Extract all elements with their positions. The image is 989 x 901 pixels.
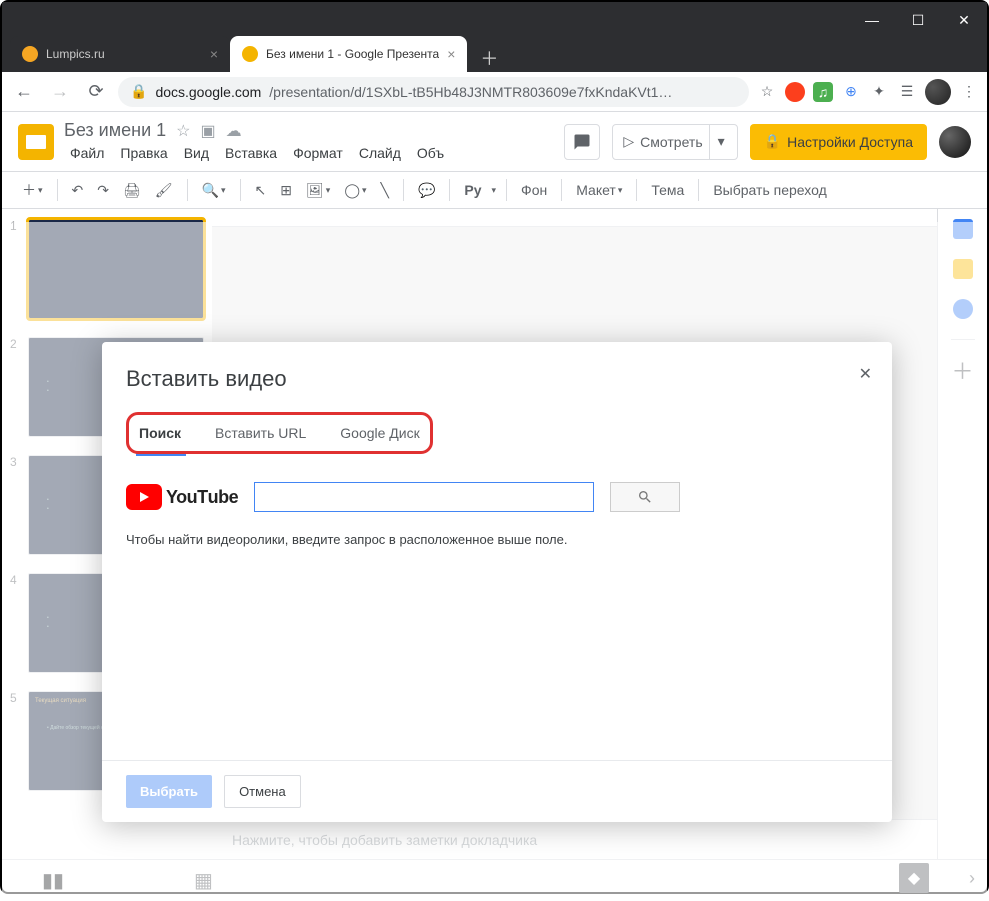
ext-globe-icon[interactable]: ⊕: [841, 82, 861, 102]
toolbar: ＋▾ ↶ ↷ 🖨 🖌 🔍▾ ↖ ⊞ 🖼▾ ◯▾ ╲ 💬 Py▾ Фон Маке…: [2, 171, 987, 209]
close-window-button[interactable]: ✕: [941, 2, 987, 38]
close-dialog-button[interactable]: ✕: [859, 364, 872, 384]
browser-tab-1[interactable]: Lumpics.ru ×: [10, 36, 230, 72]
youtube-icon: [126, 484, 162, 510]
tab-title: Без имени 1 - Google Презента: [266, 47, 439, 61]
video-search-input[interactable]: [254, 482, 594, 512]
dialog-footer: Выбрать Отмена: [102, 760, 892, 822]
ext-yandex-icon[interactable]: [785, 82, 805, 102]
background-button[interactable]: Фон: [517, 178, 551, 202]
menu-view[interactable]: Вид: [178, 143, 215, 163]
image-button[interactable]: 🖼▾: [302, 178, 334, 203]
menu-slide[interactable]: Слайд: [353, 143, 407, 163]
document-title[interactable]: Без имени 1: [64, 120, 166, 141]
layout-button[interactable]: Макет▾: [572, 178, 626, 202]
present-icon: ▷: [623, 133, 634, 150]
tab-insert-url[interactable]: Вставить URL: [215, 419, 306, 447]
present-label: Смотреть: [640, 134, 702, 150]
star-icon[interactable]: ☆: [176, 121, 190, 141]
theme-button[interactable]: Тема: [647, 178, 688, 202]
favicon: [242, 46, 258, 62]
slides-app: Без имени 1 ☆ ▣ ☁ Файл Правка Вид Вставк…: [2, 112, 987, 901]
print-button[interactable]: 🖨: [119, 178, 145, 203]
favicon: [22, 46, 38, 62]
reading-list-icon[interactable]: ☰: [897, 82, 917, 102]
url-host: docs.google.com: [155, 84, 261, 100]
close-icon[interactable]: ×: [447, 46, 455, 62]
browser-tab-2[interactable]: Без имени 1 - Google Презента ×: [230, 36, 467, 72]
menu-edit[interactable]: Правка: [114, 143, 173, 163]
search-hint: Чтобы найти видеоролики, введите запрос …: [126, 532, 868, 547]
select-button[interactable]: Выбрать: [126, 775, 212, 808]
move-icon[interactable]: ▣: [200, 121, 215, 141]
tab-google-drive[interactable]: Google Диск: [340, 419, 419, 447]
ext-music-icon[interactable]: ♫: [813, 82, 833, 102]
redo-button[interactable]: ↷: [93, 178, 113, 203]
insert-video-dialog: Вставить видео ✕ Поиск Вставить URL Goog…: [102, 342, 892, 822]
window-controls: — ☐ ✕: [849, 2, 987, 38]
dialog-tabs-highlight: Поиск Вставить URL Google Диск: [126, 412, 433, 454]
url-field[interactable]: 🔒 docs.google.com/presentation/d/1SXbL-t…: [118, 77, 749, 107]
share-button[interactable]: 🔒 Настройки Доступа: [750, 124, 927, 160]
transition-button[interactable]: Выбрать переход: [709, 178, 830, 202]
textbox-button[interactable]: ⊞: [276, 178, 296, 203]
tab-search[interactable]: Поиск: [139, 419, 181, 447]
new-slide-button[interactable]: ＋▾: [18, 176, 47, 204]
search-icon: [637, 489, 653, 505]
lock-icon: 🔒: [764, 133, 781, 150]
new-tab-button[interactable]: ＋: [475, 44, 503, 72]
menu-more[interactable]: Объ: [411, 143, 450, 163]
browser-titlebar: Lumpics.ru × Без имени 1 - Google Презен…: [2, 2, 987, 72]
script-button[interactable]: Py: [460, 178, 485, 202]
menu-format[interactable]: Формат: [287, 143, 349, 163]
share-label: Настройки Доступа: [787, 134, 913, 150]
dialog-title: Вставить видео: [126, 366, 868, 392]
minimize-button[interactable]: —: [849, 2, 895, 38]
reload-button[interactable]: ⟳: [82, 78, 110, 106]
youtube-wordmark: YouТube: [166, 487, 238, 508]
zoom-button[interactable]: 🔍▾: [198, 178, 230, 203]
undo-button[interactable]: ↶: [68, 178, 88, 203]
cloud-icon[interactable]: ☁: [226, 121, 242, 141]
line-button[interactable]: ╲: [377, 178, 393, 203]
extensions-icon[interactable]: ✦: [869, 82, 889, 102]
kebab-menu-icon[interactable]: ⋮: [959, 82, 979, 102]
app-header: Без имени 1 ☆ ▣ ☁ Файл Правка Вид Вставк…: [2, 112, 987, 171]
shape-button[interactable]: ◯▾: [340, 178, 370, 203]
star-icon[interactable]: ☆: [757, 82, 777, 102]
back-button[interactable]: ←: [10, 78, 38, 106]
video-search-button[interactable]: [610, 482, 680, 512]
forward-button[interactable]: →: [46, 78, 74, 106]
comments-button[interactable]: [564, 124, 600, 160]
account-avatar[interactable]: [939, 126, 971, 158]
lock-icon: 🔒: [130, 83, 147, 100]
menu-bar: Файл Правка Вид Вставка Формат Слайд Объ: [64, 143, 554, 163]
present-button[interactable]: ▷ Смотреть ▾: [612, 124, 737, 160]
profile-avatar[interactable]: [925, 79, 951, 105]
comment-icon: [573, 133, 591, 151]
tab-title: Lumpics.ru: [46, 47, 202, 61]
paint-format-button[interactable]: 🖌: [151, 178, 177, 203]
youtube-logo: YouТube: [126, 484, 238, 510]
select-tool[interactable]: ↖: [251, 178, 271, 203]
slides-logo-icon[interactable]: [18, 124, 54, 160]
maximize-button[interactable]: ☐: [895, 2, 941, 38]
menu-file[interactable]: Файл: [64, 143, 110, 163]
address-bar: ← → ⟳ 🔒 docs.google.com/presentation/d/1…: [2, 72, 987, 112]
url-path: /presentation/d/1SXbL-tB5Hb48J3NMTR80360…: [269, 84, 672, 100]
menu-insert[interactable]: Вставка: [219, 143, 283, 163]
cancel-button[interactable]: Отмена: [224, 775, 301, 808]
comment-button[interactable]: 💬: [414, 178, 439, 203]
chevron-down-icon[interactable]: ▾: [709, 125, 733, 159]
close-icon[interactable]: ×: [210, 46, 218, 62]
